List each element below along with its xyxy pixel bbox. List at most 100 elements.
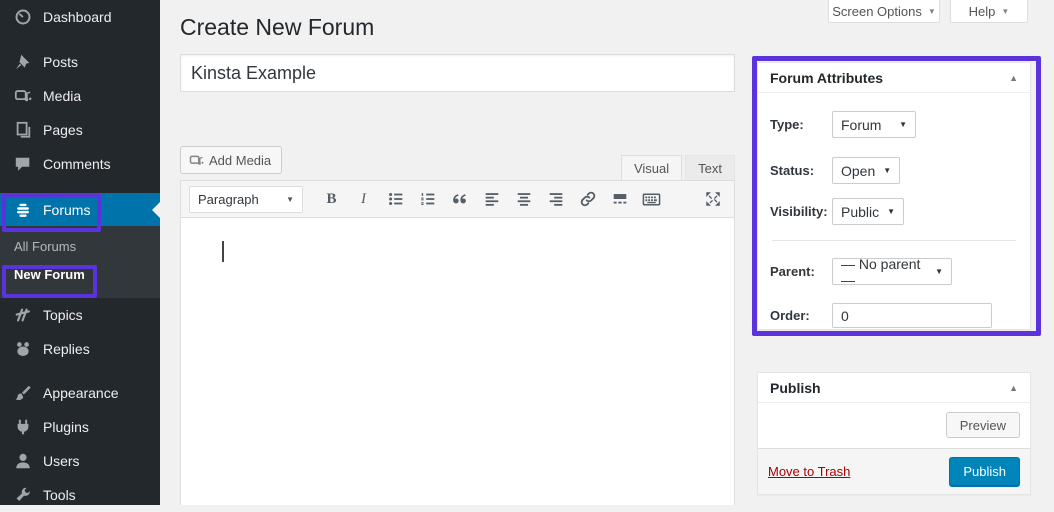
status-label: Status: [770, 163, 832, 178]
text-cursor [222, 241, 224, 262]
editor-mode-tabs: Visual Text [618, 155, 735, 180]
sidebar-item-posts[interactable]: Posts [0, 45, 160, 79]
italic-button[interactable]: I [350, 186, 377, 212]
active-menu-arrow [152, 202, 160, 218]
submenu-item-all-forums[interactable]: All Forums [0, 233, 160, 261]
sidebar-item-label: Users [43, 453, 80, 469]
chevron-down-icon: ▼ [286, 195, 294, 204]
forums-submenu: All Forums New Forum [0, 226, 160, 298]
publish-panel: Publish ▲ Preview Move to Trash Publish [757, 372, 1031, 495]
screen-options-button[interactable]: Screen Options ▼ [828, 0, 940, 23]
sidebar-item-topics[interactable]: Topics [0, 298, 160, 332]
sidebar-item-media[interactable]: Media [0, 79, 160, 113]
parent-label: Parent: [770, 264, 832, 279]
help-label: Help [969, 4, 996, 19]
publish-body: Preview [758, 403, 1030, 448]
pin-icon [13, 52, 33, 72]
collapse-toggle-icon[interactable]: ▲ [1009, 383, 1018, 393]
wrench-icon [13, 485, 33, 505]
order-input[interactable] [832, 303, 992, 328]
bold-icon: B [326, 191, 336, 208]
sidebar-item-comments[interactable]: Comments [0, 147, 160, 181]
sidebar-item-users[interactable]: Users [0, 444, 160, 478]
tab-visual[interactable]: Visual [621, 155, 682, 180]
bbpress-hive-icon [13, 200, 33, 220]
add-media-button[interactable]: Add Media [180, 146, 282, 174]
sidebar-item-label: Replies [43, 341, 90, 357]
forum-attributes-title: Forum Attributes [770, 70, 883, 86]
chevron-down-icon: ▼ [927, 267, 943, 276]
dashboard-icon [13, 7, 33, 27]
brush-icon [13, 383, 33, 403]
blockquote-icon [451, 190, 469, 208]
chevron-down-icon: ▼ [891, 120, 907, 129]
help-button[interactable]: Help ▼ [950, 0, 1028, 23]
blockquote-button[interactable] [446, 186, 473, 212]
paragraph-format-select[interactable]: Paragraph ▼ [189, 186, 303, 213]
forum-attributes-body: Type: Forum ▼ Status: Open ▼ Visibility:… [758, 93, 1030, 340]
sidebar-item-replies[interactable]: Replies [0, 332, 160, 366]
sidebar-item-appearance[interactable]: Appearance [0, 376, 160, 410]
add-media-label: Add Media [209, 153, 271, 168]
sidebar-item-forums[interactable]: Forums [0, 193, 160, 226]
visibility-select[interactable]: Public ▼ [832, 198, 904, 225]
read-more-icon [611, 190, 629, 208]
user-icon [13, 451, 33, 471]
sidebar-item-label: Media [43, 88, 81, 104]
forum-attributes-panel: Forum Attributes ▲ Type: Forum ▼ Status:… [757, 62, 1031, 330]
publish-footer: Move to Trash Publish [758, 448, 1030, 494]
bulleted-list-button[interactable] [382, 186, 409, 212]
admin-sidebar: Dashboard Posts Media Pages Comments For… [0, 0, 160, 505]
align-right-icon [547, 190, 565, 208]
parent-value: — No parent — [841, 256, 927, 288]
type-value: Forum [841, 117, 881, 133]
parent-select[interactable]: — No parent — ▼ [832, 258, 952, 285]
sidebar-item-pages[interactable]: Pages [0, 113, 160, 147]
sidebar-item-label: Forums [43, 202, 90, 218]
forum-attributes-header[interactable]: Forum Attributes ▲ [758, 63, 1030, 93]
publish-header[interactable]: Publish ▲ [758, 373, 1030, 403]
align-left-button[interactable] [478, 186, 505, 212]
numbered-list-icon [419, 190, 437, 208]
preview-button[interactable]: Preview [946, 412, 1020, 438]
sidebar-item-label: Posts [43, 54, 78, 70]
comment-icon [13, 154, 33, 174]
sidebar-item-label: Plugins [43, 419, 89, 435]
type-label: Type: [770, 117, 832, 132]
bold-button[interactable]: B [318, 186, 345, 212]
forum-title-input[interactable] [180, 54, 735, 92]
sidebar-item-label: Pages [43, 122, 83, 138]
keyboard-icon [642, 190, 661, 209]
move-to-trash-link[interactable]: Move to Trash [768, 464, 850, 479]
page-title: Create New Forum [180, 14, 374, 41]
publish-button[interactable]: Publish [949, 457, 1020, 487]
toolbar-toggle-button[interactable] [638, 186, 665, 212]
align-center-button[interactable] [510, 186, 537, 212]
editor-toolbar: Paragraph ▼ B I [181, 181, 734, 218]
sidebar-item-plugins[interactable]: Plugins [0, 410, 160, 444]
insert-link-button[interactable] [574, 186, 601, 212]
type-select[interactable]: Forum ▼ [832, 111, 916, 138]
editor-box: Paragraph ▼ B I [180, 180, 735, 505]
submenu-item-new-forum[interactable]: New Forum [0, 261, 160, 289]
editor-content-area[interactable] [181, 218, 734, 505]
screen-options-label: Screen Options [832, 4, 922, 19]
paragraph-format-value: Paragraph [198, 192, 259, 207]
visibility-value: Public [841, 204, 879, 220]
distraction-free-button[interactable] [699, 186, 726, 212]
status-select[interactable]: Open ▼ [832, 157, 900, 184]
sidebar-item-dashboard[interactable]: Dashboard [0, 0, 160, 34]
align-right-button[interactable] [542, 186, 569, 212]
chevron-down-icon: ▼ [875, 166, 891, 175]
sidebar-item-label: Appearance [43, 385, 119, 401]
sidebar-item-tools[interactable]: Tools [0, 478, 160, 512]
divider [772, 240, 1016, 241]
numbered-list-button[interactable] [414, 186, 441, 212]
read-more-tag-button[interactable] [606, 186, 633, 212]
collapse-toggle-icon[interactable]: ▲ [1009, 73, 1018, 83]
publish-title: Publish [770, 380, 821, 396]
tab-text[interactable]: Text [685, 155, 735, 180]
bee-icon [13, 339, 33, 359]
expand-icon [704, 190, 722, 208]
italic-icon: I [361, 191, 366, 208]
